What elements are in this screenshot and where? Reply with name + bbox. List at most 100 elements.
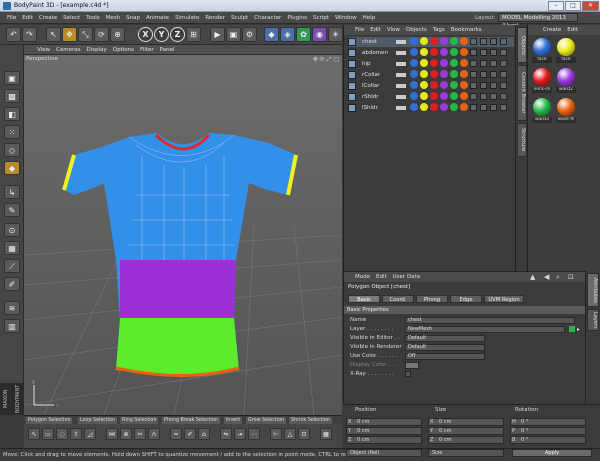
material-swatch[interactable]: waist2: [556, 68, 576, 96]
viewport-menu-panel[interactable]: Panel: [157, 45, 178, 55]
selection-tag-icon[interactable]: [500, 104, 507, 111]
maximize-button[interactable]: □: [565, 1, 581, 11]
material-tag-icon[interactable]: [450, 103, 458, 111]
selection-tag-icon[interactable]: [500, 93, 507, 100]
texture-mode-icon[interactable]: ▩: [4, 89, 20, 103]
y-axis-icon[interactable]: Y: [154, 27, 169, 42]
selection-tag-icon[interactable]: [500, 71, 507, 78]
size-y-field[interactable]: Y0 cm: [428, 427, 504, 435]
nav-back-icon[interactable]: ◀: [544, 273, 549, 281]
material-tag-icon[interactable]: [460, 92, 468, 100]
layout-select[interactable]: MODEL Modelling 2013 (User): [498, 13, 578, 29]
selection-tag-icon[interactable]: [480, 71, 487, 78]
object-row[interactable]: chest: [348, 37, 514, 47]
viewport-menu-filter[interactable]: Filter: [137, 45, 157, 55]
selection-tag-icon[interactable]: [500, 49, 507, 56]
slide-icon[interactable]: ⇥: [234, 428, 246, 440]
menu-create[interactable]: Create: [36, 12, 60, 24]
material-tag-icon[interactable]: [440, 70, 448, 78]
material-tag-icon[interactable]: [460, 70, 468, 78]
material-tag-icon[interactable]: [440, 81, 448, 89]
tab-content-browser[interactable]: Content Browser: [517, 65, 527, 121]
object-row[interactable]: rShldr: [348, 92, 514, 102]
material-tag-icon[interactable]: [460, 37, 468, 45]
menu-file[interactable]: File: [4, 12, 19, 24]
material-tag-icon[interactable]: [440, 59, 448, 67]
attr-menu-user-data[interactable]: User Data: [390, 272, 423, 282]
cube-icon[interactable]: ◆: [264, 27, 279, 42]
extrude-icon[interactable]: ⇧: [70, 428, 82, 440]
material-tag-icon[interactable]: [410, 48, 418, 56]
material-tag-icon[interactable]: [430, 37, 438, 45]
material-tag-icon[interactable]: [440, 103, 448, 111]
visible-editor-select[interactable]: Default: [405, 335, 485, 342]
rotation-p-field[interactable]: P0 °: [510, 427, 586, 435]
lock-icon[interactable]: ⊡: [568, 273, 574, 281]
subdivision-icon[interactable]: ◈: [280, 27, 295, 42]
material-tag-icon[interactable]: [410, 37, 418, 45]
render-picture-icon[interactable]: ▣: [226, 27, 241, 42]
material-tag-icon[interactable]: [420, 70, 428, 78]
material-tag-icon[interactable]: [410, 81, 418, 89]
bevel-icon[interactable]: ◿: [84, 428, 96, 440]
z-axis-icon[interactable]: Z: [170, 27, 185, 42]
materials-menu-create[interactable]: Create: [540, 25, 564, 35]
menu-script[interactable]: Script: [310, 12, 332, 24]
objects-menu-bookmarks[interactable]: Bookmarks: [448, 25, 485, 35]
visibility-dots-icon[interactable]: [396, 73, 406, 77]
material-swatch[interactable]: waist3: [532, 98, 552, 126]
material-tag-icon[interactable]: [410, 70, 418, 78]
objects-menu-tags[interactable]: Tags: [430, 25, 448, 35]
object-row[interactable]: lShldr: [348, 103, 514, 113]
material-tag-icon[interactable]: [450, 37, 458, 45]
selection-tag-icon[interactable]: [490, 38, 497, 45]
transform-icon[interactable]: ⊕: [110, 27, 125, 42]
visibility-dots-icon[interactable]: [396, 84, 406, 88]
objects-menu-view[interactable]: View: [384, 25, 403, 35]
material-swatch[interactable]: neck-sh: [532, 68, 552, 96]
material-tag-icon[interactable]: [460, 48, 468, 56]
iron-icon[interactable]: ⌂: [198, 428, 210, 440]
minimize-button[interactable]: –: [548, 1, 564, 11]
edit-render-settings-icon[interactable]: ⚙: [242, 27, 257, 42]
material-tag-icon[interactable]: [420, 103, 428, 111]
material-tag-icon[interactable]: [420, 92, 428, 100]
material-tag-icon[interactable]: [450, 59, 458, 67]
selection-tag-icon[interactable]: [470, 82, 477, 89]
world-coords-icon[interactable]: ⊞: [186, 27, 201, 42]
knife-cut-icon[interactable]: ✂: [134, 428, 146, 440]
triangulate-icon[interactable]: △: [284, 428, 296, 440]
select-arrow-icon[interactable]: ↖: [46, 27, 61, 42]
menu-sculpt[interactable]: Sculpt: [228, 12, 251, 24]
selection-tag-icon[interactable]: [500, 82, 507, 89]
move-icon[interactable]: ✥: [62, 27, 77, 42]
object-row[interactable]: abdomen: [348, 48, 514, 58]
viewport-menu-view[interactable]: View: [34, 45, 53, 55]
material-tag-icon[interactable]: [430, 70, 438, 78]
array-icon[interactable]: ✿: [296, 27, 311, 42]
weld-icon[interactable]: ⊗: [120, 428, 132, 440]
selection-tag-icon[interactable]: [480, 82, 487, 89]
rotation-b-field[interactable]: B0 °: [510, 436, 586, 444]
selection-tag-icon[interactable]: [490, 49, 497, 56]
material-tag-icon[interactable]: [440, 92, 448, 100]
material-tag-icon[interactable]: [410, 103, 418, 111]
object-row[interactable]: hip: [348, 59, 514, 69]
snap-icon[interactable]: ⊙: [4, 223, 20, 237]
tab-layers[interactable]: Layers: [587, 309, 599, 331]
layer-field[interactable]: NewMesh: [405, 326, 565, 333]
axis-mode-icon[interactable]: ↳: [4, 185, 20, 199]
material-swatch[interactable]: face: [532, 38, 552, 66]
knife-icon[interactable]: ⟋: [4, 259, 20, 273]
material-tag-icon[interactable]: [450, 70, 458, 78]
selection-tag-icon[interactable]: [490, 71, 497, 78]
position-x-field[interactable]: X0 cm: [346, 418, 422, 426]
menu-render[interactable]: Render: [202, 12, 228, 24]
material-tag-icon[interactable]: [430, 92, 438, 100]
objects-menu-edit[interactable]: Edit: [367, 25, 384, 35]
selection-tag-icon[interactable]: [490, 104, 497, 111]
material-tag-icon[interactable]: [420, 59, 428, 67]
layer-menu-icon[interactable]: ▸: [577, 325, 580, 334]
tab-structure[interactable]: Structure: [517, 123, 527, 157]
objects-menu-objects[interactable]: Objects: [403, 25, 430, 35]
